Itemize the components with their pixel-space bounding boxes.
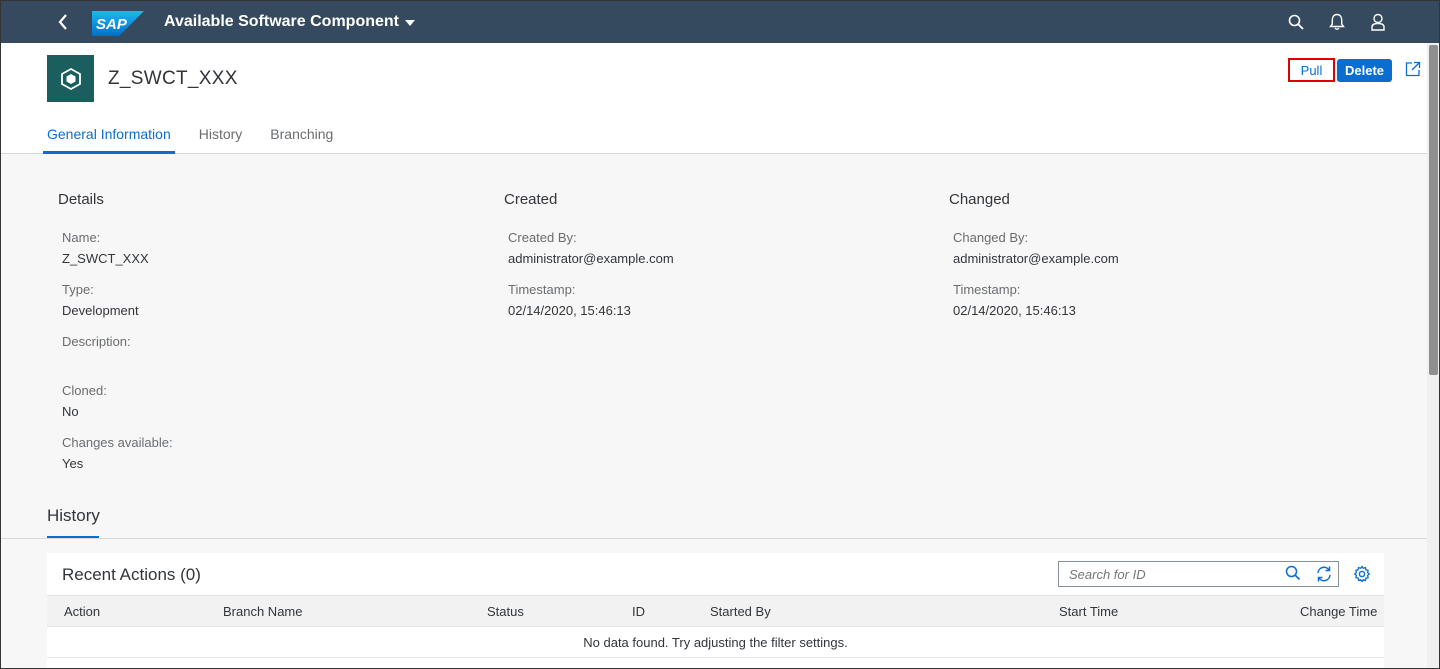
refresh-icon[interactable]: [1315, 565, 1333, 583]
created-by-value: administrator@example.com: [508, 251, 674, 266]
history-section-title: History: [47, 506, 100, 525]
column-header-started-by[interactable]: Started By: [710, 604, 771, 619]
changed-by-label: Changed By:: [953, 230, 1029, 245]
object-header: Z_SWCT_XXX Pull Delete General Informati…: [1, 43, 1427, 154]
column-header-start-time[interactable]: Start Time: [1059, 604, 1118, 619]
details-title: Details: [58, 191, 104, 208]
type-label: Type:: [62, 282, 94, 297]
back-icon[interactable]: [51, 10, 75, 34]
tab-bar: General Information History Branching: [43, 118, 357, 154]
search-input[interactable]: [1059, 562, 1279, 586]
app-frame: SAP Available Software Component Z_SWCT_…: [0, 0, 1440, 669]
sap-logo[interactable]: SAP: [92, 11, 144, 36]
created-section: Created Created By: administrator@exampl…: [504, 191, 674, 318]
bell-icon[interactable]: [1327, 12, 1347, 32]
changed-by-field: Changed By: administrator@example.com: [953, 230, 1119, 266]
cloned-field: Cloned: No: [62, 383, 173, 419]
cloned-value: No: [62, 404, 79, 419]
recent-actions-title: Recent Actions (0): [62, 565, 201, 584]
app-title-menu[interactable]: Available Software Component: [164, 13, 415, 31]
column-header-branch-name[interactable]: Branch Name: [223, 604, 302, 619]
share-icon[interactable]: [1405, 61, 1423, 79]
cube-icon: [47, 55, 94, 102]
type-value: Development: [62, 303, 139, 318]
tab-branching[interactable]: Branching: [266, 118, 337, 154]
search-field[interactable]: [1058, 561, 1339, 587]
changes-available-label: Changes available:: [62, 435, 173, 450]
pull-button[interactable]: Pull: [1288, 58, 1335, 82]
tab-history[interactable]: History: [195, 118, 247, 154]
created-timestamp-field: Timestamp: 02/14/2020, 15:46:13: [508, 282, 674, 318]
no-data-message: No data found. Try adjusting the filter …: [47, 627, 1384, 658]
name-value: Z_SWCT_XXX: [62, 251, 149, 266]
type-field: Type: Development: [62, 282, 173, 318]
changes-available-field: Changes available: Yes: [62, 435, 173, 471]
user-icon[interactable]: [1368, 12, 1388, 32]
search-icon[interactable]: [1286, 12, 1306, 32]
scrollbar-thumb[interactable]: [1429, 45, 1438, 375]
changed-section: Changed Changed By: administrator@exampl…: [949, 191, 1119, 318]
column-header-id[interactable]: ID: [632, 604, 645, 619]
changed-timestamp-field: Timestamp: 02/14/2020, 15:46:13: [953, 282, 1119, 318]
changes-available-value: Yes: [62, 456, 84, 471]
cloned-label: Cloned:: [62, 383, 107, 398]
svg-text:SAP: SAP: [96, 16, 128, 33]
description-label: Description:: [62, 334, 131, 349]
search-icon[interactable]: [1285, 565, 1303, 583]
tab-general-information[interactable]: General Information: [43, 118, 175, 154]
delete-button[interactable]: Delete: [1337, 59, 1392, 82]
name-label: Name:: [62, 230, 101, 245]
created-by-field: Created By: administrator@example.com: [508, 230, 674, 266]
description-field: Description:: [62, 334, 173, 349]
column-header-status[interactable]: Status: [487, 604, 524, 619]
name-field: Name: Z_SWCT_XXX: [62, 230, 173, 266]
changed-by-value: administrator@example.com: [953, 251, 1119, 266]
app-title: Available Software Component: [164, 13, 399, 30]
changed-timestamp-label: Timestamp:: [953, 282, 1021, 297]
changed-title: Changed: [949, 191, 1010, 208]
created-title: Created: [504, 191, 558, 208]
recent-actions-table: Recent Actions (0) Action Branch Name St…: [47, 553, 1384, 668]
history-divider: [1, 538, 1427, 539]
changed-timestamp-value: 02/14/2020, 15:46:13: [953, 303, 1076, 318]
column-header-action[interactable]: Action: [64, 604, 100, 619]
object-title: Z_SWCT_XXX: [108, 68, 238, 89]
table-header: Action Branch Name Status ID Started By …: [47, 595, 1384, 627]
shell-bar: SAP Available Software Component: [1, 1, 1439, 43]
column-header-change-time[interactable]: Change Time: [1300, 604, 1377, 619]
settings-gear-icon[interactable]: [1353, 565, 1371, 583]
created-by-label: Created By:: [508, 230, 577, 245]
caret-down-icon: [405, 20, 415, 26]
created-timestamp-value: 02/14/2020, 15:46:13: [508, 303, 631, 318]
created-timestamp-label: Timestamp:: [508, 282, 576, 297]
details-section: Details Name: Z_SWCT_XXX Type: Developme…: [58, 191, 173, 471]
